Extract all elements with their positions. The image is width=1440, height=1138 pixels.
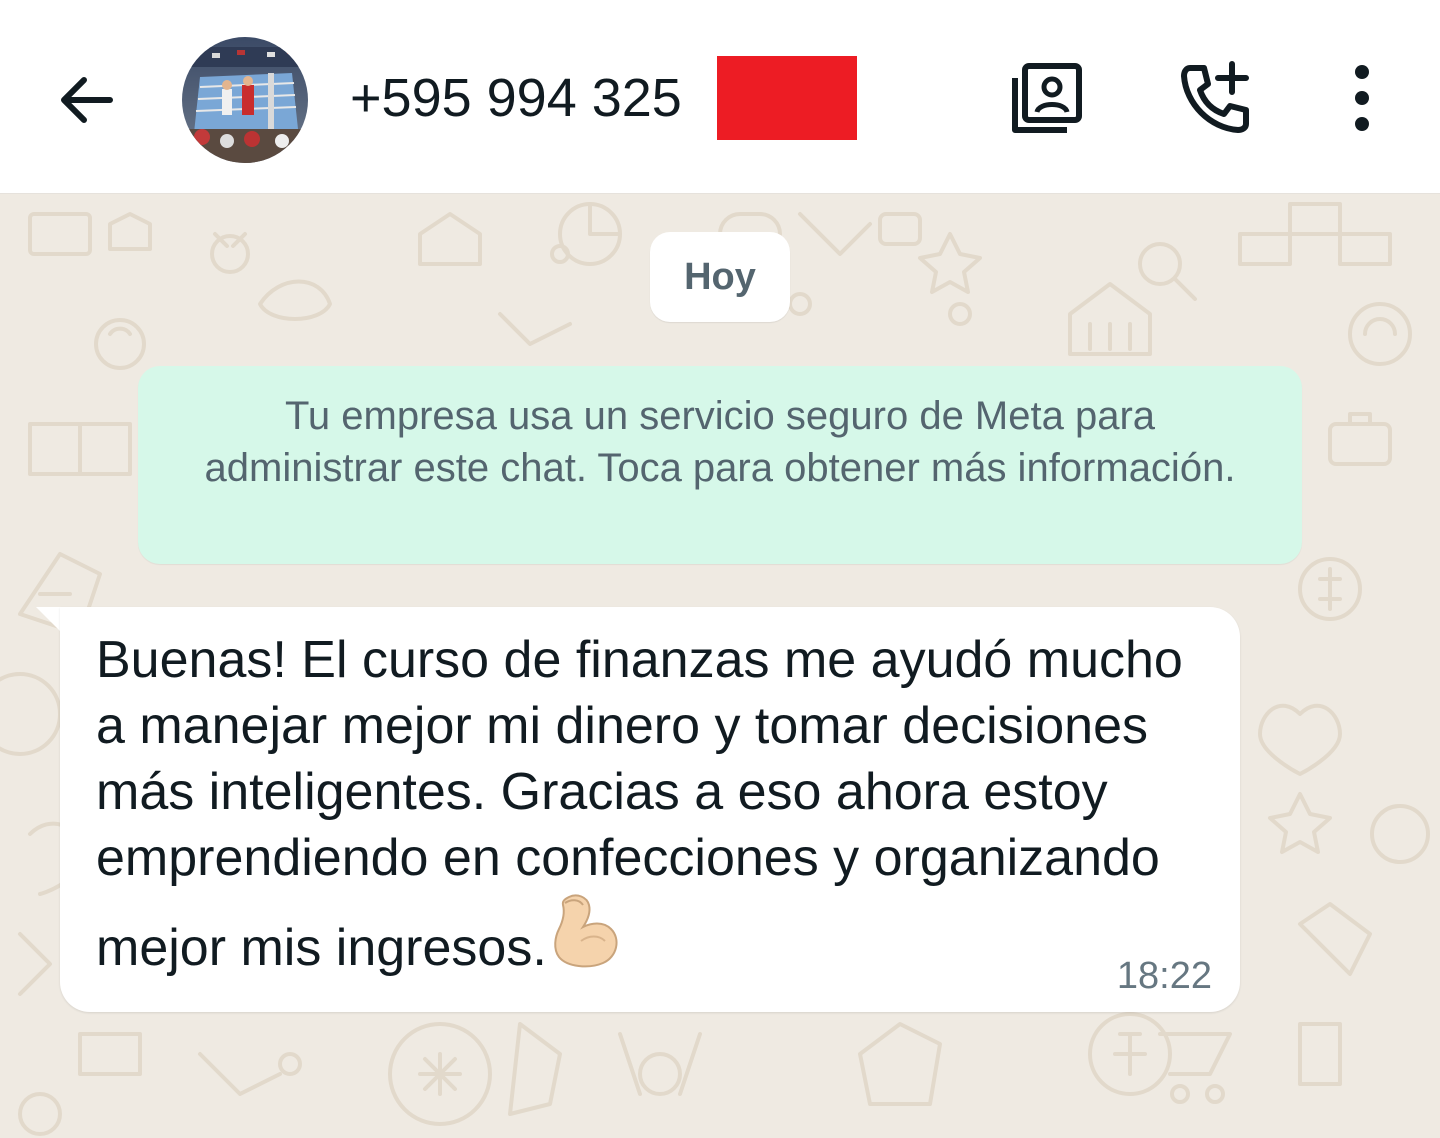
more-vertical-icon [1355,65,1369,131]
incoming-message-bubble[interactable]: Buenas! El curso de finanzas me ayudó mu… [60,607,1240,1012]
encryption-notice[interactable]: Tu empresa usa un servicio seguro de Met… [138,366,1302,564]
message-text: Buenas! El curso de finanzas me ayudó mu… [96,627,1206,985]
chat-header: +595 994 325 [0,0,1440,194]
arrow-left-icon [61,77,113,123]
more-options-button[interactable] [1320,56,1404,140]
date-separator: Hoy [650,232,790,322]
redaction-block [717,56,857,140]
contact-card-icon [1012,63,1082,133]
message-body: Buenas! El curso de finanzas me ayudó mu… [96,631,1198,977]
contact-name[interactable]: +595 994 325 [350,66,682,130]
add-call-button[interactable] [1174,56,1258,140]
chat-area[interactable]: Hoy Tu empresa usa un servicio seguro de… [0,194,1440,1138]
add-call-icon [1181,61,1249,133]
contact-card-button[interactable] [1005,56,1089,140]
back-button[interactable] [48,62,124,138]
avatar[interactable] [182,37,308,163]
flexed-biceps-icon [551,891,623,985]
message-timestamp: 18:22 [1116,955,1212,997]
